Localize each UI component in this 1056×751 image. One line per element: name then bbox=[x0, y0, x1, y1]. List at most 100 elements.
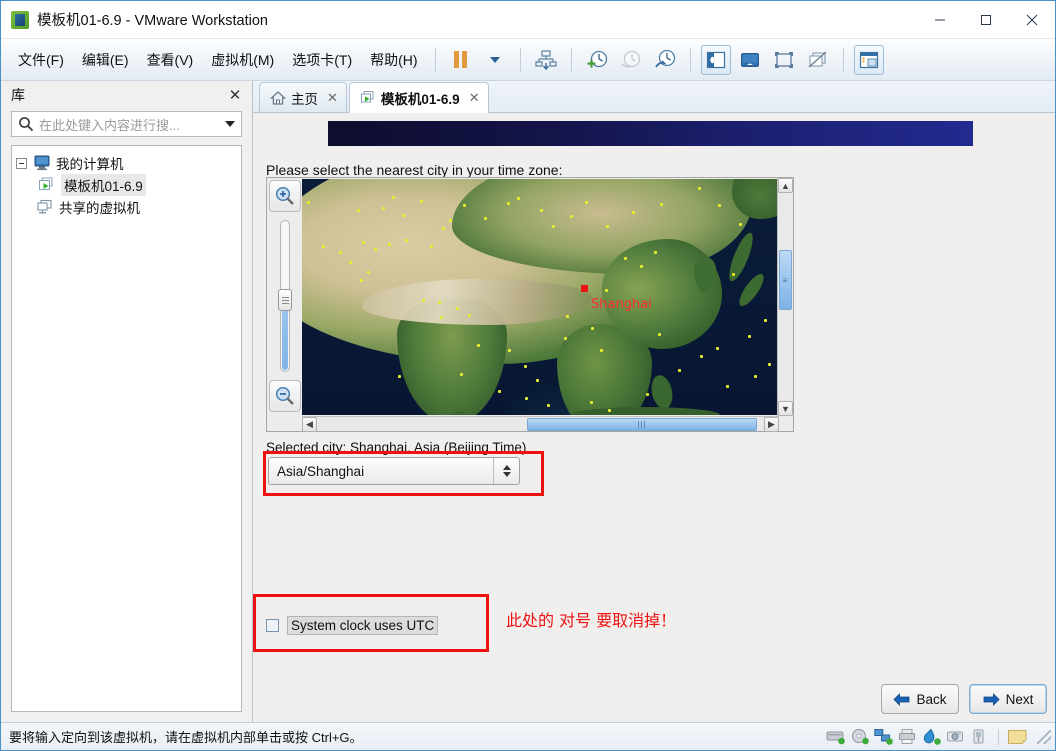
menu-tabs[interactable]: 选项卡(T) bbox=[283, 45, 361, 75]
close-icon[interactable]: ✕ bbox=[327, 90, 338, 106]
menu-toolbar: 文件(F) 编辑(E) 查看(V) 虚拟机(M) 选项卡(T) 帮助(H) bbox=[1, 39, 1055, 81]
close-icon[interactable]: ✕ bbox=[469, 90, 480, 106]
cd-dvd-icon[interactable] bbox=[850, 728, 870, 746]
camera-icon[interactable] bbox=[946, 728, 966, 746]
chevron-left-icon[interactable]: ◀ bbox=[302, 417, 317, 432]
main-body: 库 ✕ 在此处键入内容进行搜... 我的计算机 模板机01-6.9 共享的虚拟机… bbox=[1, 81, 1055, 722]
window-controls bbox=[917, 1, 1055, 39]
tree-label: 我的计算机 bbox=[56, 157, 124, 172]
timezone-map-widget[interactable]: Shanghai ▲ ≡ ▼ ◀ ||| ▶ bbox=[266, 177, 794, 432]
arrow-right-icon bbox=[983, 692, 1000, 706]
zoom-in-magnifier-icon[interactable] bbox=[269, 180, 301, 212]
next-button[interactable]: Next bbox=[969, 684, 1047, 714]
my-computer-icon bbox=[33, 155, 51, 171]
take-snapshot-icon[interactable] bbox=[582, 45, 612, 75]
toolbar-divider bbox=[519, 47, 521, 72]
map-horizontal-scrollbar[interactable]: ◀ ||| ▶ bbox=[302, 416, 779, 432]
utc-checkbox-label: System clock uses UTC bbox=[287, 616, 439, 635]
menu-file[interactable]: 文件(F) bbox=[9, 45, 73, 75]
title-bar: 模板机01-6.9 - VMware Workstation bbox=[1, 1, 1055, 39]
status-message: 要将输入定向到该虚拟机，请在虚拟机内部单击或按 Ctrl+G。 bbox=[9, 730, 363, 745]
toolbar-divider bbox=[842, 47, 844, 72]
tree-item-shared-vms[interactable]: 共享的虚拟机 bbox=[16, 196, 237, 218]
search-input[interactable]: 在此处键入内容进行搜... bbox=[11, 111, 242, 137]
back-button[interactable]: Back bbox=[881, 684, 959, 714]
sound-card-icon[interactable] bbox=[922, 728, 942, 746]
world-map-image[interactable]: Shanghai bbox=[302, 179, 778, 415]
close-icon[interactable] bbox=[1009, 1, 1055, 39]
fullscreen-icon[interactable] bbox=[769, 45, 799, 75]
revert-snapshot-icon[interactable] bbox=[616, 45, 646, 75]
chevron-down-icon[interactable]: ▼ bbox=[778, 401, 793, 416]
virtual-machine-icon bbox=[360, 90, 376, 106]
device-status-icons bbox=[826, 728, 1051, 746]
hard-disk-icon[interactable] bbox=[826, 728, 846, 746]
annotation-text: 此处的 对号 要取消掉！ bbox=[506, 611, 677, 630]
wizard-nav-buttons: Back Next bbox=[881, 684, 1047, 714]
tab-strip: 主页 ✕ 模板机01-6.9 ✕ bbox=[253, 81, 1055, 113]
unity-mode-icon[interactable] bbox=[803, 45, 833, 75]
vm-tree: 我的计算机 模板机01-6.9 共享的虚拟机 bbox=[11, 145, 242, 712]
library-title: 库 bbox=[11, 87, 25, 103]
maximize-icon[interactable] bbox=[963, 1, 1009, 39]
spinner-icon[interactable] bbox=[493, 458, 519, 484]
menu-help[interactable]: 帮助(H) bbox=[361, 45, 426, 75]
guest-screen[interactable]: Please select the nearest city in your t… bbox=[253, 113, 1055, 722]
menu-view[interactable]: 查看(V) bbox=[138, 45, 203, 75]
tree-item-my-computer[interactable]: 我的计算机 bbox=[16, 152, 237, 174]
expander-icon[interactable] bbox=[16, 157, 27, 169]
menu-vm[interactable]: 虚拟机(M) bbox=[202, 45, 283, 75]
map-zoom-controls bbox=[269, 180, 301, 412]
vscroll-thumb[interactable]: ≡ bbox=[779, 250, 792, 310]
minimize-icon[interactable] bbox=[917, 1, 963, 39]
pause-icon[interactable] bbox=[446, 45, 476, 75]
toolbar-divider bbox=[689, 47, 691, 72]
home-icon bbox=[269, 90, 287, 106]
status-bar: 要将输入定向到该虚拟机，请在虚拟机内部单击或按 Ctrl+G。 bbox=[1, 722, 1055, 750]
chevron-right-icon[interactable]: ▶ bbox=[764, 417, 779, 432]
shared-vms-icon bbox=[36, 199, 54, 215]
tab-home[interactable]: 主页 ✕ bbox=[259, 82, 347, 112]
selected-city-marker bbox=[581, 285, 588, 292]
show-thumbnails-icon[interactable] bbox=[735, 45, 765, 75]
tab-label: 模板机01-6.9 bbox=[380, 92, 460, 107]
tab-vm[interactable]: 模板机01-6.9 ✕ bbox=[348, 82, 489, 113]
menu-edit[interactable]: 编辑(E) bbox=[73, 45, 138, 75]
tree-label: 共享的虚拟机 bbox=[59, 201, 140, 216]
timezone-select[interactable]: Asia/Shanghai bbox=[268, 457, 520, 485]
hscroll-thumb[interactable]: ||| bbox=[527, 418, 757, 431]
show-library-icon[interactable] bbox=[700, 44, 731, 75]
map-zoom-slider[interactable] bbox=[278, 220, 292, 372]
dropdown-caret-icon[interactable] bbox=[480, 45, 510, 75]
tree-item-vm[interactable]: 模板机01-6.9 bbox=[16, 174, 237, 196]
utc-checkbox-row[interactable]: System clock uses UTC bbox=[266, 616, 439, 635]
search-placeholder: 在此处键入内容进行搜... bbox=[39, 117, 180, 133]
printer-icon[interactable] bbox=[898, 728, 918, 746]
snapshot-manager-icon[interactable] bbox=[531, 45, 561, 75]
timezone-value: Asia/Shanghai bbox=[277, 463, 365, 479]
zoom-out-magnifier-icon[interactable] bbox=[269, 380, 301, 412]
network-adapter-icon[interactable] bbox=[874, 728, 894, 746]
resize-grip-icon[interactable] bbox=[1037, 729, 1051, 744]
console-view-icon[interactable] bbox=[853, 44, 884, 75]
next-button-label: Next bbox=[1005, 691, 1034, 707]
manage-snapshots-icon[interactable] bbox=[650, 45, 680, 75]
chevron-up-icon[interactable]: ▲ bbox=[778, 178, 793, 193]
sticky-note-icon[interactable] bbox=[1007, 728, 1027, 746]
status-divider bbox=[998, 728, 999, 745]
library-sidebar: 库 ✕ 在此处键入内容进行搜... 我的计算机 模板机01-6.9 共享的虚拟机 bbox=[1, 81, 253, 722]
utc-checkbox[interactable] bbox=[266, 619, 279, 632]
vmware-logo-icon bbox=[11, 10, 29, 29]
usb-icon[interactable] bbox=[970, 728, 990, 746]
window-title: 模板机01-6.9 - VMware Workstation bbox=[37, 13, 268, 29]
zoom-slider-thumb[interactable] bbox=[278, 289, 292, 311]
chevron-down-icon[interactable] bbox=[225, 121, 235, 127]
search-icon bbox=[18, 116, 34, 132]
right-pane: 主页 ✕ 模板机01-6.9 ✕ Please select the neare… bbox=[253, 81, 1055, 722]
vmware-workstation-window: 模板机01-6.9 - VMware Workstation 文件(F) 编辑(… bbox=[0, 0, 1056, 751]
close-icon[interactable]: ✕ bbox=[226, 88, 244, 103]
virtual-machine-icon bbox=[38, 177, 56, 193]
map-city-dots bbox=[302, 179, 778, 415]
toolbar-divider bbox=[434, 47, 436, 72]
map-vertical-scrollbar[interactable]: ▲ ≡ ▼ bbox=[777, 178, 793, 416]
